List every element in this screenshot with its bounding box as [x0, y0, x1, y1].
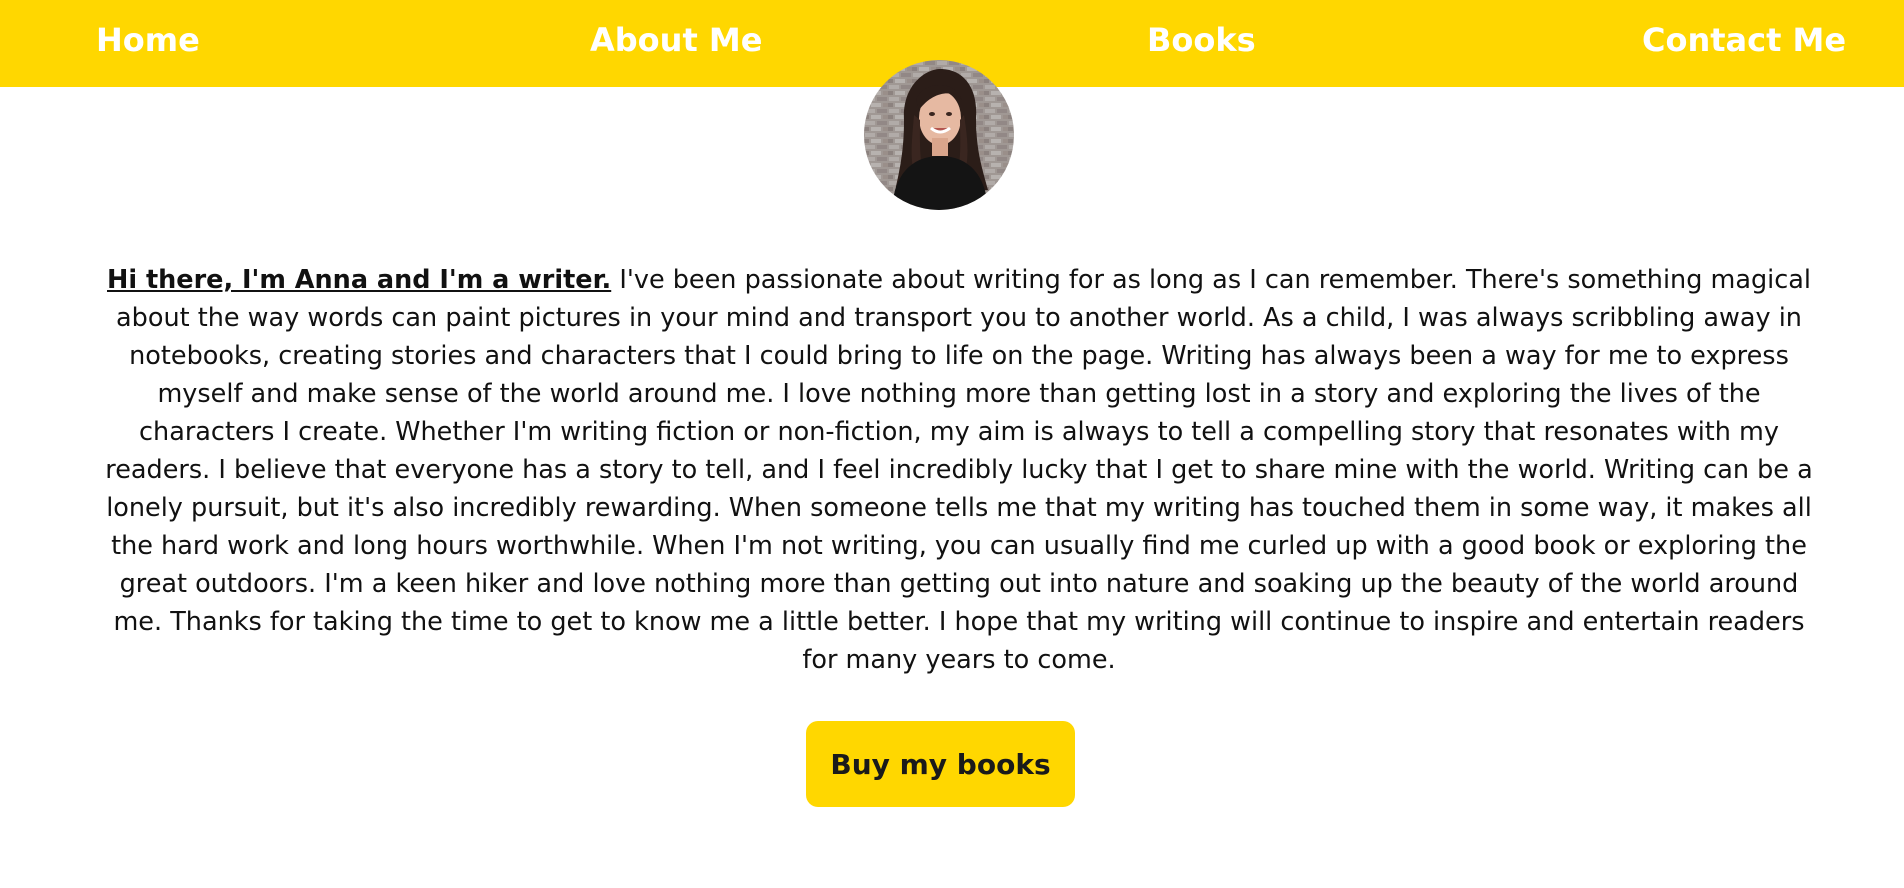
buy-my-books-button[interactable]: Buy my books	[806, 721, 1075, 807]
profile-photo-icon	[864, 60, 1014, 210]
bio-paragraph: Hi there, I'm Anna and I'm a writer. I'v…	[96, 261, 1822, 679]
nav-link-contact-me[interactable]: Contact Me	[1642, 19, 1846, 61]
nav-link-about-me[interactable]: About Me	[590, 19, 762, 61]
nav-link-books[interactable]: Books	[1147, 19, 1256, 61]
bio-text: I've been passionate about writing for a…	[105, 265, 1813, 675]
profile-avatar	[864, 60, 1014, 210]
bio-lead-heading: Hi there, I'm Anna and I'm a writer.	[107, 265, 612, 295]
nav-link-home[interactable]: Home	[96, 19, 200, 61]
